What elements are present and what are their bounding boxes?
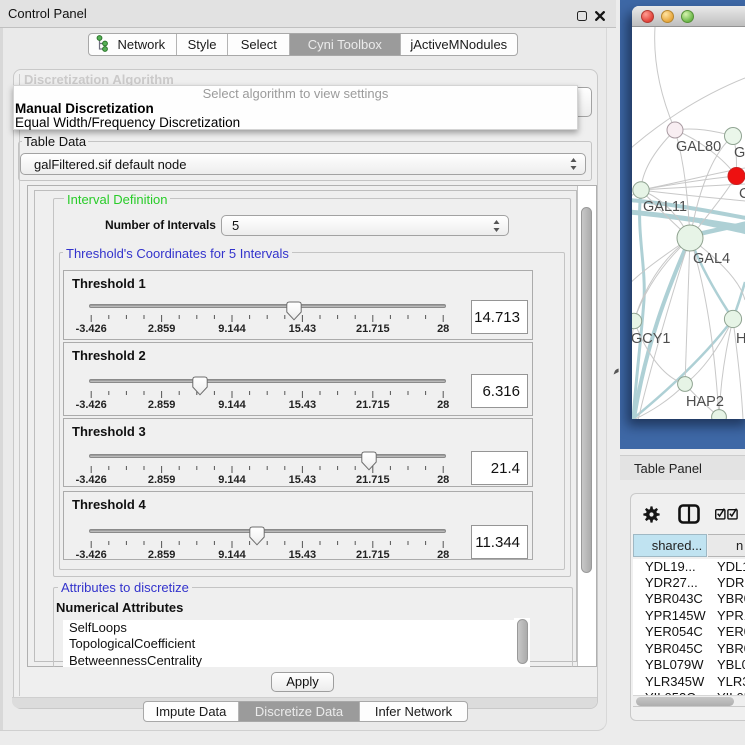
svg-text:GA: GA xyxy=(734,145,745,161)
svg-text:GAL11: GAL11 xyxy=(643,199,687,215)
svg-text:H: H xyxy=(736,331,745,347)
svg-text:GAL4: GAL4 xyxy=(693,251,730,267)
svg-text:GCY1: GCY1 xyxy=(632,331,671,347)
svg-text:GAL80: GAL80 xyxy=(676,139,721,155)
svg-text:HAP2: HAP2 xyxy=(686,394,724,410)
svg-text:C: C xyxy=(739,186,745,202)
